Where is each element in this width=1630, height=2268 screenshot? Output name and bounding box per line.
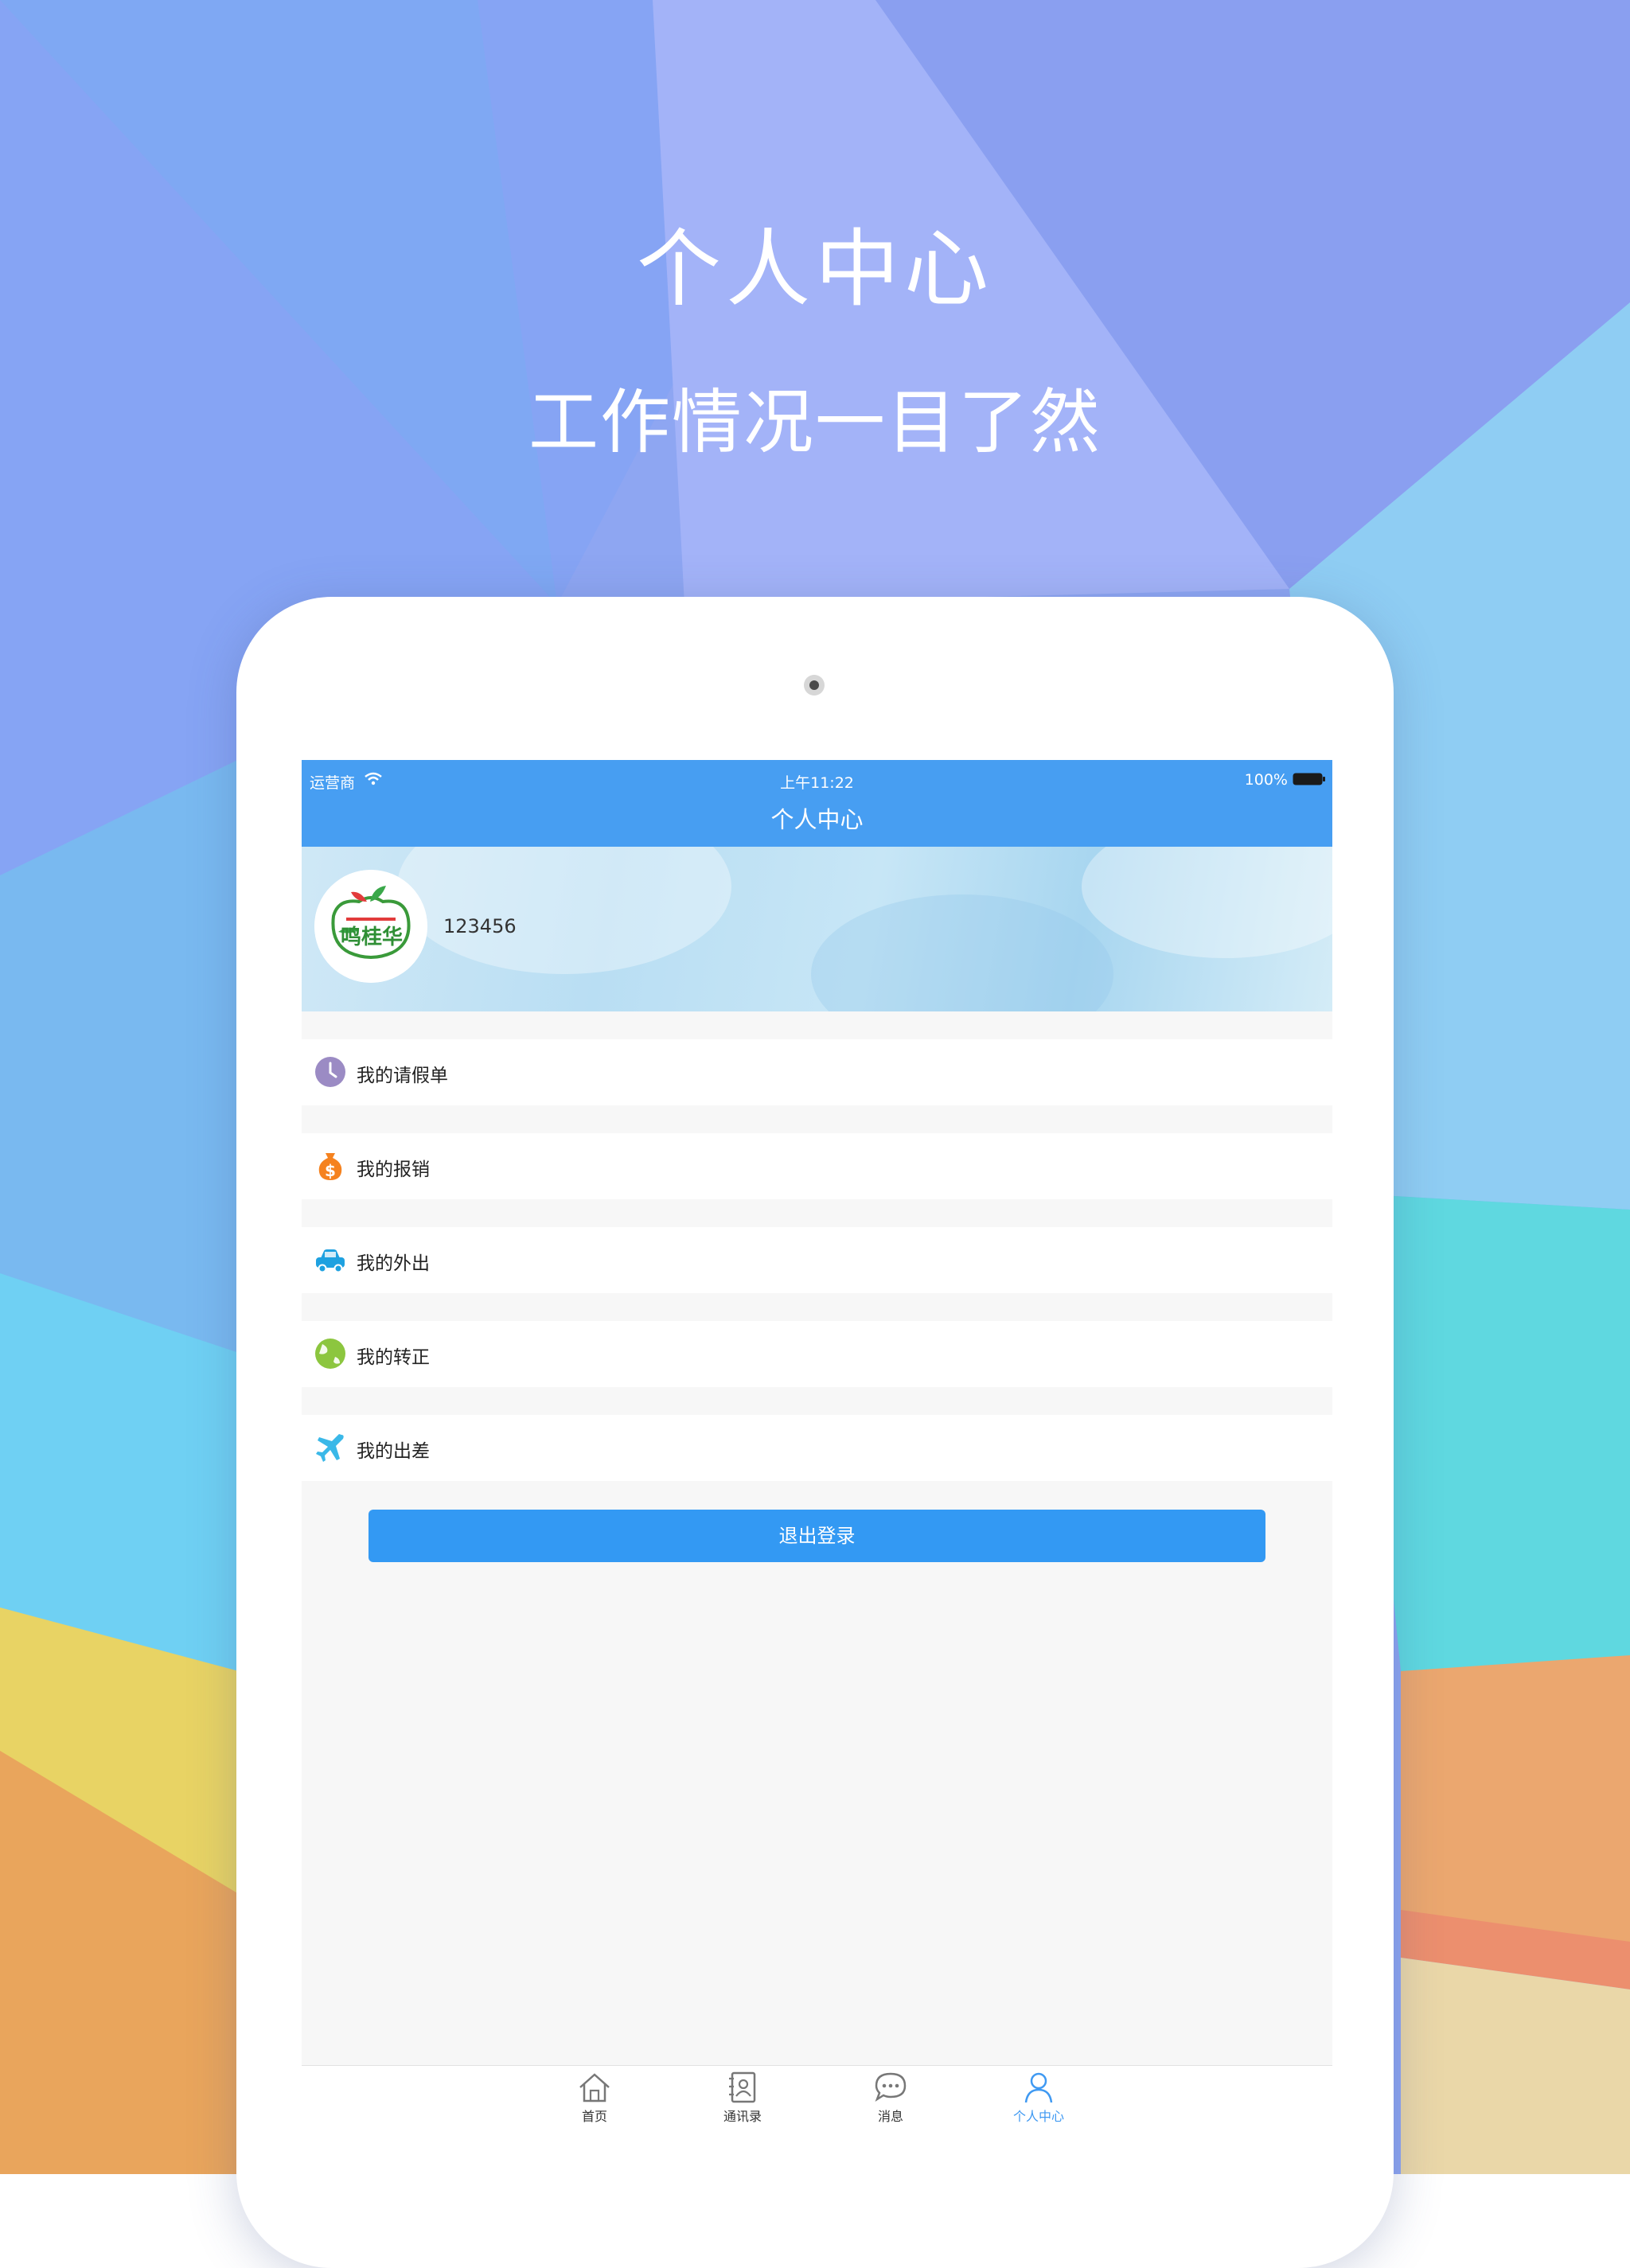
avatar[interactable]: 鸣桂华 — [314, 870, 427, 983]
tab-label-contacts: 通讯录 — [723, 2109, 762, 2124]
home-icon — [579, 2073, 610, 2102]
car-icon — [316, 1249, 345, 1273]
tab-label-messages: 消息 — [877, 2109, 903, 2124]
promo-headline: 个人中心 — [637, 220, 993, 318]
menu-label-regularization: 我的转正 — [357, 1347, 430, 1368]
airplane-icon — [316, 1434, 344, 1462]
company-logo-icon: 鸣桂华 — [314, 870, 427, 983]
tab-profile[interactable]: 个人中心 — [991, 2071, 1086, 2131]
menu-item-outing[interactable]: 我的外出 — [302, 1227, 1332, 1293]
menu-item-reimburse[interactable]: $ 我的报销 — [302, 1133, 1332, 1199]
logo-text: 鸣桂华 — [341, 925, 403, 949]
tab-label-home: 首页 — [581, 2109, 607, 2124]
tab-bar: 首页 通讯录 消息 个人中心 — [302, 2065, 1332, 2133]
menu-item-regularization[interactable]: 我的转正 — [302, 1321, 1332, 1387]
battery-icon — [1293, 773, 1325, 785]
banner-texture — [811, 894, 1113, 1011]
page-title: 个人中心 — [770, 806, 864, 833]
tab-home[interactable]: 首页 — [547, 2071, 642, 2131]
svg-text:$: $ — [325, 1161, 336, 1180]
menu-label-reimburse: 我的报销 — [357, 1159, 430, 1180]
camera-dot — [804, 675, 825, 696]
username: 123456 — [443, 915, 517, 937]
tab-label-profile: 个人中心 — [1012, 2109, 1064, 2124]
tab-contacts[interactable]: 通讯录 — [695, 2071, 790, 2131]
message-icon — [875, 2072, 907, 2102]
menu-label-outing: 我的外出 — [357, 1253, 430, 1274]
profile-banner[interactable]: 鸣桂华 123456 — [302, 847, 1332, 1011]
tab-messages[interactable]: 消息 — [843, 2071, 938, 2131]
menu-item-business-trip[interactable]: 我的出差 — [302, 1415, 1332, 1481]
globe-icon — [315, 1339, 345, 1369]
battery-percent: 100% — [1244, 771, 1288, 789]
banner-texture — [1082, 847, 1332, 958]
clock-icon — [315, 1057, 345, 1087]
app-header: 运营商 上午11:22 100% 个人中心 — [302, 760, 1332, 847]
banner-texture — [397, 847, 731, 974]
promo-subline: 工作情况一目了然 — [528, 381, 1102, 463]
menu-item-leave[interactable]: 我的请假单 — [302, 1039, 1332, 1105]
app-screen: 运营商 上午11:22 100% 个人中心 鸣桂华 123456 我的请假单 $… — [302, 760, 1332, 2133]
menu-label-leave: 我的请假单 — [357, 1066, 448, 1086]
menu-label-business-trip: 我的出差 — [357, 1441, 430, 1462]
status-time: 上午11:22 — [780, 774, 854, 792]
person-icon — [1024, 2072, 1053, 2103]
contacts-icon — [729, 2071, 756, 2103]
money-bag-icon: $ — [318, 1153, 342, 1180]
logout-button[interactable]: 退出登录 — [369, 1510, 1265, 1562]
